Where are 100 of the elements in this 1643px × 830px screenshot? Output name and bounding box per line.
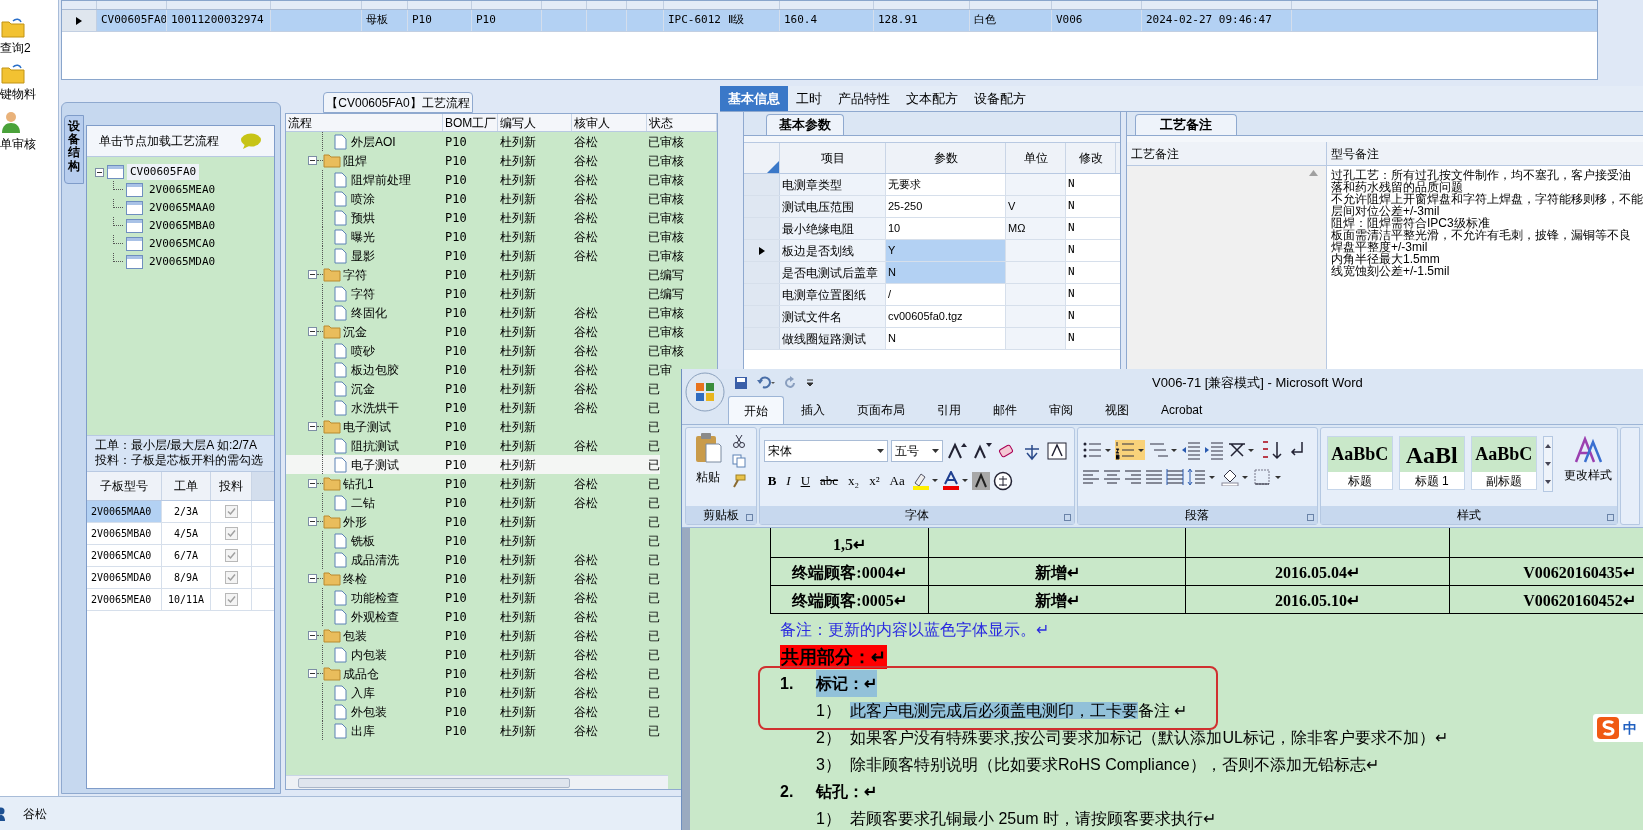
numbered-list-icon[interactable] bbox=[1114, 440, 1145, 460]
tab[interactable]: 基本信息 bbox=[720, 86, 788, 111]
table-cell[interactable]: cv00605fa0.tgz bbox=[886, 306, 1006, 327]
grid-row[interactable]: CV00605FA0 10011200032974 母板 P10 P10 IPC-6012 Ⅱ级 160.4 128.91 白色 V006 2024-02-27 09:46:47 bbox=[62, 10, 1597, 32]
selected-row[interactable]: 电子测试 P10 杜列新 已 bbox=[286, 455, 660, 474]
dialog-launcher-icon[interactable] bbox=[1607, 514, 1615, 521]
collapse-icon[interactable] bbox=[308, 517, 317, 526]
checkbox[interactable] bbox=[224, 505, 238, 518]
tree-item[interactable]: 沉金 bbox=[343, 322, 367, 341]
align-right-icon[interactable] bbox=[1123, 468, 1142, 486]
ribbon-tab[interactable]: 审阅 bbox=[1034, 396, 1088, 424]
justify-icon[interactable] bbox=[1144, 468, 1163, 486]
format-button[interactable]: abc bbox=[816, 470, 843, 492]
sidebar-item[interactable]: 键物料 bbox=[0, 86, 36, 102]
tree-item[interactable]: 预烘 bbox=[351, 208, 375, 227]
decrease-indent-icon[interactable] bbox=[1180, 440, 1201, 460]
tree-item[interactable]: 2V0065MEA0 bbox=[146, 181, 219, 199]
paste-button[interactable]: 粘贴 bbox=[690, 432, 726, 506]
tree-item[interactable]: 2V0065MDA0 bbox=[146, 253, 219, 271]
tree-item[interactable]: 钻孔1 bbox=[343, 474, 374, 493]
tab[interactable]: 基本参数 bbox=[766, 114, 844, 135]
align-left-icon[interactable] bbox=[1081, 468, 1100, 486]
character-border-icon[interactable] bbox=[1045, 441, 1068, 461]
tab[interactable]: 工时 bbox=[788, 86, 830, 111]
tree-item[interactable]: 水洗烘干 bbox=[351, 398, 399, 417]
shading-icon[interactable] bbox=[1219, 468, 1250, 486]
gallery-scroll-icon[interactable] bbox=[1542, 436, 1553, 492]
tab[interactable]: 工艺备注 bbox=[1135, 114, 1237, 135]
ribbon-tab[interactable]: 引用 bbox=[922, 396, 976, 424]
tree-item[interactable]: 沉金 bbox=[351, 379, 375, 398]
tree-item[interactable]: 喷涂 bbox=[351, 189, 375, 208]
tree-item[interactable]: 终检 bbox=[343, 569, 367, 588]
checkbox[interactable] bbox=[224, 549, 238, 562]
tree-item[interactable]: 包装 bbox=[343, 626, 367, 645]
ribbon-tab[interactable]: 邮件 bbox=[978, 396, 1032, 424]
tree-item[interactable]: 2V0065MAA0 bbox=[146, 199, 219, 217]
format-button[interactable]: B bbox=[763, 470, 781, 492]
sidebar-item[interactable]: 单审核 bbox=[0, 136, 36, 152]
dialog-launcher-icon[interactable] bbox=[1063, 514, 1071, 521]
multilevel-list-icon[interactable] bbox=[1147, 440, 1178, 460]
tree-item[interactable]: 成品清洗 bbox=[351, 550, 399, 569]
character-shading-icon[interactable] bbox=[970, 471, 991, 491]
ribbon-tab[interactable]: 页面布局 bbox=[842, 396, 920, 424]
tree-item[interactable]: 显影 bbox=[351, 246, 375, 265]
copy-icon[interactable] bbox=[732, 454, 746, 468]
collapse-icon[interactable] bbox=[308, 156, 317, 165]
tree-item[interactable]: 外包装 bbox=[351, 702, 387, 721]
tree-item[interactable]: 板边包胶 bbox=[351, 360, 399, 379]
dialog-launcher-icon[interactable] bbox=[1306, 514, 1314, 521]
font-color-icon[interactable] bbox=[940, 471, 969, 491]
tree-item[interactable]: 外观检查 bbox=[351, 607, 399, 626]
folder-icon[interactable] bbox=[1, 18, 25, 38]
tree-item[interactable]: CV00605FA0 bbox=[127, 163, 200, 181]
tree-item[interactable]: 阻焊 bbox=[343, 151, 367, 170]
ime-indicator[interactable]: 中 bbox=[1593, 714, 1643, 742]
checkbox[interactable] bbox=[224, 593, 238, 606]
format-button[interactable]: I bbox=[782, 470, 795, 492]
table-cell[interactable]: Y bbox=[886, 240, 1006, 261]
scroll-up-icon[interactable] bbox=[1309, 170, 1318, 176]
tab[interactable]: 产品特性 bbox=[830, 86, 898, 111]
tree-item[interactable]: 功能检查 bbox=[351, 588, 399, 607]
style-preset[interactable]: AaBl 标题 1 bbox=[1398, 436, 1465, 490]
person-icon[interactable] bbox=[1, 110, 21, 134]
tree-item[interactable]: 电子测试 bbox=[351, 455, 399, 474]
collapse-icon[interactable] bbox=[308, 574, 317, 583]
tree-item[interactable]: 阻焊前处理 bbox=[351, 170, 411, 189]
collapse-icon[interactable] bbox=[308, 422, 317, 431]
tree-item[interactable]: 成品仓 bbox=[343, 664, 379, 683]
collapse-icon[interactable] bbox=[308, 479, 317, 488]
tree-item[interactable]: 内包装 bbox=[351, 645, 387, 664]
scrollbar[interactable] bbox=[286, 775, 668, 789]
folder-icon[interactable] bbox=[1, 64, 25, 84]
tree-item[interactable]: 入库 bbox=[351, 683, 375, 702]
tree-item[interactable]: 二钻 bbox=[351, 493, 375, 512]
checkbox[interactable] bbox=[224, 527, 238, 540]
table-cell[interactable]: / bbox=[886, 284, 1006, 305]
tree-item[interactable]: 字符 bbox=[351, 284, 375, 303]
distributed-icon[interactable] bbox=[1165, 468, 1184, 486]
borders-icon[interactable] bbox=[1252, 468, 1283, 486]
highlighter-icon[interactable] bbox=[910, 471, 939, 491]
checkbox[interactable] bbox=[224, 571, 238, 584]
collapse-icon[interactable] bbox=[308, 631, 317, 640]
tree-item[interactable]: 铣板 bbox=[351, 531, 375, 550]
collapse-icon[interactable] bbox=[308, 669, 317, 678]
line-spacing-icon[interactable] bbox=[1186, 468, 1217, 486]
format-button[interactable]: Aa bbox=[885, 470, 909, 492]
row-header[interactable] bbox=[744, 240, 780, 261]
table-cell[interactable]: N bbox=[886, 328, 1006, 349]
ribbon-tab[interactable]: 开始 bbox=[728, 396, 784, 424]
grow-font-icon[interactable] bbox=[945, 441, 968, 461]
table-cell[interactable]: 10 bbox=[886, 218, 1006, 239]
vertical-tab[interactable]: 设备结构 bbox=[64, 115, 84, 184]
tree-item[interactable]: 阻抗测试 bbox=[351, 436, 399, 455]
table-cell[interactable]: N bbox=[886, 262, 1006, 283]
format-painter-icon[interactable] bbox=[732, 474, 746, 488]
ribbon-tab[interactable]: 插入 bbox=[786, 396, 840, 424]
format-button[interactable]: U bbox=[796, 470, 815, 492]
tree-item[interactable]: 出库 bbox=[351, 721, 375, 740]
tree-item[interactable]: 终固化 bbox=[351, 303, 387, 322]
dialog-launcher-icon[interactable] bbox=[745, 514, 753, 521]
